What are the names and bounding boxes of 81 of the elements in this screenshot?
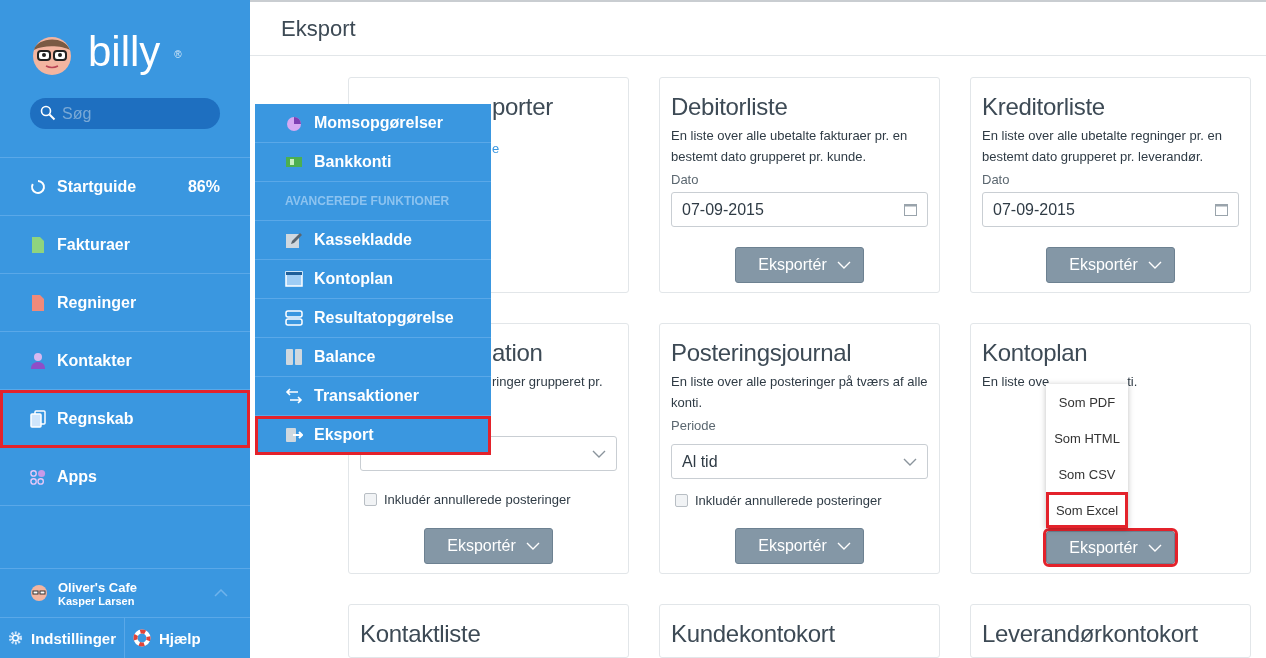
checkbox-label: Inkludér annullerede posteringer	[384, 492, 571, 507]
person-icon	[30, 351, 46, 370]
progress-ring-icon	[30, 178, 46, 195]
card-description: ti.	[1127, 373, 1138, 391]
checkbox[interactable]	[675, 494, 688, 507]
checkbox-label: Inkludér annullerede posteringer	[695, 493, 882, 508]
chevron-down-icon	[903, 457, 917, 466]
dropdown-option[interactable]: Som CSV	[1046, 456, 1128, 492]
menu-item[interactable]: Eksport	[255, 416, 491, 455]
dropdown-option[interactable]: Som HTML	[1046, 420, 1128, 456]
search-field[interactable]: Søg	[30, 98, 220, 129]
lifebuoy-icon	[133, 629, 151, 647]
chevron-down-icon	[836, 261, 851, 269]
gear-icon	[8, 630, 23, 646]
dropdown-option[interactable]: Som Excel	[1046, 492, 1128, 528]
edit-icon	[285, 231, 303, 249]
chevron-down-icon	[525, 542, 540, 550]
dropdown-option[interactable]: Som PDF	[1046, 384, 1128, 420]
chevron-down-icon	[836, 542, 851, 550]
menu-item[interactable]: Balance	[255, 338, 491, 377]
user-name: Kasper Larsen	[58, 594, 136, 607]
card-description: En liste over alle ubetalte fakturaer pr. en bestemt dato grupperet pr. kunde.	[671, 127, 909, 166]
card-title: porter	[492, 92, 554, 122]
calendar-icon	[1215, 203, 1228, 216]
card-title: Leverandørkontokort	[982, 619, 1199, 649]
card-title: Kontoplan	[982, 338, 1089, 368]
chevron-up-icon[interactable]	[214, 589, 228, 597]
calendar-icon	[904, 203, 917, 216]
date-field[interactable]: 07-09-2015	[982, 192, 1239, 227]
document-icon	[31, 293, 45, 312]
stacked-bars-icon	[285, 310, 303, 326]
card-description: ringer grupperet pr.	[492, 373, 604, 391]
card-title: Debitorliste	[671, 92, 789, 122]
circles-icon	[30, 467, 46, 486]
search-icon	[40, 105, 56, 121]
page-title: Eksport	[281, 15, 356, 42]
period-select[interactable]: Al tid	[671, 444, 928, 479]
menu-item[interactable]: Momsopgørelser	[255, 104, 491, 143]
company-name: Oliver's Cafe	[58, 579, 138, 595]
chevron-down-icon	[1147, 543, 1162, 552]
menu-item[interactable]: Resultatopgørelse	[255, 299, 491, 338]
card-title: ation	[492, 338, 544, 368]
logo-wordmark: billy	[88, 29, 161, 75]
registered-mark: ®	[174, 48, 182, 60]
banknote-icon	[285, 155, 303, 169]
checkbox[interactable]	[364, 493, 377, 506]
swap-arrows-icon	[285, 387, 303, 405]
menu-item[interactable]: Kontoplan	[255, 260, 491, 299]
field-label: Dato	[982, 171, 1011, 189]
help-link[interactable]: Hjælp	[125, 618, 209, 658]
card-title: Kundekontokort	[671, 619, 836, 649]
window-icon	[285, 270, 303, 288]
menu-item[interactable]: Kassekladde	[255, 221, 491, 260]
chevron-down-icon	[1147, 261, 1162, 269]
card-description: En liste over alle ubetalte regninger pr. en bestemt dato grupperet pr. leverandør.	[982, 127, 1223, 166]
report-link[interactable]: e	[492, 138, 617, 159]
card-title: Kontaktliste	[360, 619, 482, 649]
field-label: Periode	[671, 417, 717, 435]
card-title: Posteringsjournal	[671, 338, 853, 368]
export-button[interactable]: Eksportér	[735, 247, 864, 283]
chevron-down-icon	[592, 449, 606, 458]
export-button[interactable]: Eksportér	[1046, 531, 1175, 564]
export-icon	[285, 427, 303, 443]
export-button[interactable]: Eksportér	[424, 528, 553, 564]
pie-chart-icon	[285, 114, 303, 132]
menu-item[interactable]: Bankkonti	[255, 143, 491, 182]
export-button[interactable]: Eksportér	[1046, 247, 1175, 283]
export-button[interactable]: Eksportér	[735, 528, 864, 564]
copy-icon	[30, 409, 46, 428]
document-icon	[31, 235, 45, 254]
nav-item[interactable]: Regnskab	[0, 390, 250, 448]
date-field[interactable]: 07-09-2015	[671, 192, 928, 227]
settings-link[interactable]: Indstillinger	[0, 618, 125, 658]
card-title: Kreditorliste	[982, 92, 1106, 122]
menu-section-heading: AVANCEREDE FUNKTIONER	[255, 182, 491, 221]
menu-item[interactable]: Transaktioner	[255, 377, 491, 416]
progress-percent: 86%	[187, 177, 220, 196]
avatar-icon	[30, 584, 48, 602]
field-label: Dato	[671, 171, 700, 189]
card-description: En liste over alle posteringer på tværs af alle konti.	[671, 373, 928, 412]
columns-icon	[285, 348, 303, 366]
